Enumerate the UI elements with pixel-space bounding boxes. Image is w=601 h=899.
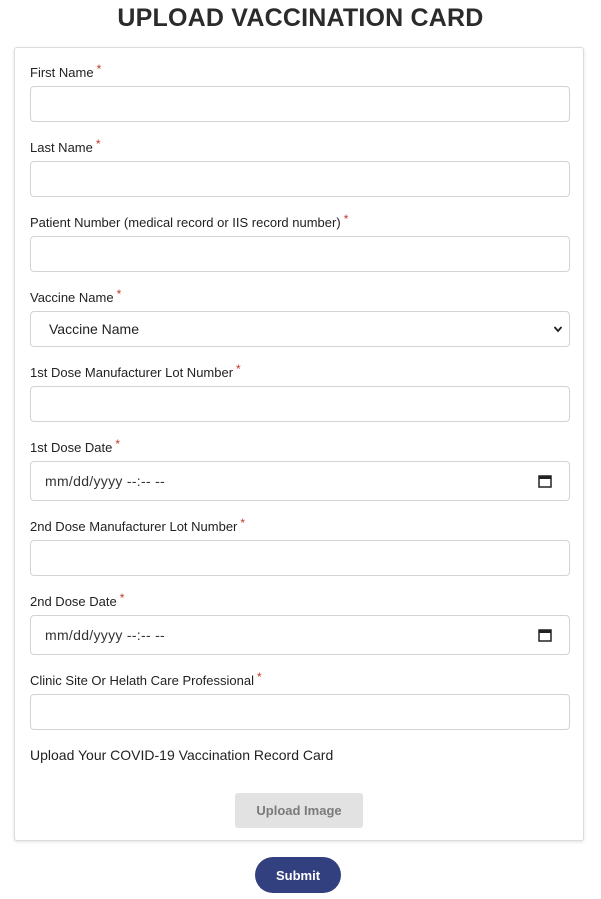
first-name-label-text: First Name <box>30 65 94 80</box>
required-marker: * <box>240 516 246 530</box>
required-marker: * <box>236 362 241 376</box>
required-marker: * <box>115 437 121 451</box>
upload-image-button[interactable]: Upload Image <box>235 793 363 828</box>
dose2-date-placeholder: mm/dd/yyyy --:-- -- <box>45 627 166 643</box>
vaccine-name-label-text: Vaccine Name <box>30 290 114 305</box>
patient-number-label-text: Patient Number (medical record or IIS re… <box>30 215 341 230</box>
dose2-lot-input[interactable] <box>30 540 570 576</box>
dose1-date-placeholder: mm/dd/yyyy --:-- -- <box>45 473 166 489</box>
vaccine-name-select[interactable]: Vaccine Name <box>30 311 570 347</box>
vaccine-name-label: Vaccine Name * <box>30 287 122 305</box>
dose2-lot-label-text: 2nd Dose Manufacturer Lot Number <box>30 519 238 534</box>
dose1-lot-label: 1st Dose Manufacturer Lot Number * <box>30 362 241 380</box>
chevron-down-icon <box>553 326 563 333</box>
clinic-input[interactable] <box>30 694 570 730</box>
clinic-label: Clinic Site Or Helath Care Professional * <box>30 670 262 688</box>
dose1-date-input[interactable]: mm/dd/yyyy --:-- -- <box>30 461 570 501</box>
dose1-lot-label-text: 1st Dose Manufacturer Lot Number <box>30 365 234 380</box>
dose1-lot-input[interactable] <box>30 386 570 422</box>
page-title: UPLOAD VACCINATION CARD <box>117 4 484 32</box>
dose2-date-input[interactable]: mm/dd/yyyy --:-- -- <box>30 615 570 655</box>
patient-number-label: Patient Number (medical record or IIS re… <box>30 212 349 230</box>
upload-prompt: Upload Your COVID-19 Vaccination Record … <box>30 747 334 763</box>
dose2-date-label-text: 2nd Dose Date <box>30 594 117 609</box>
required-marker: * <box>119 591 125 605</box>
dose1-date-label: 1st Dose Date * <box>30 437 121 455</box>
dose1-date-label-text: 1st Dose Date <box>30 440 113 455</box>
required-marker: * <box>256 670 262 684</box>
last-name-label-text: Last Name <box>30 140 93 155</box>
vaccine-name-selected: Vaccine Name <box>49 321 140 337</box>
dose2-date-label: 2nd Dose Date * <box>30 591 125 609</box>
clinic-label-text: Clinic Site Or Helath Care Professional <box>30 673 254 688</box>
first-name-input[interactable] <box>30 86 570 122</box>
last-name-input[interactable] <box>30 161 570 197</box>
first-name-label: First Name * <box>30 62 102 80</box>
required-marker: * <box>96 62 102 76</box>
submit-button[interactable]: Submit <box>255 857 341 893</box>
required-marker: * <box>343 212 349 226</box>
calendar-icon[interactable] <box>538 628 552 642</box>
vaccination-form: First Name * Last Name * Patient Number (m… <box>14 47 584 841</box>
calendar-icon[interactable] <box>538 474 552 488</box>
last-name-label: Last Name * <box>30 137 101 155</box>
dose2-lot-label: 2nd Dose Manufacturer Lot Number * <box>30 516 246 534</box>
required-marker: * <box>95 137 101 151</box>
required-marker: * <box>116 287 122 301</box>
patient-number-input[interactable] <box>30 236 570 272</box>
